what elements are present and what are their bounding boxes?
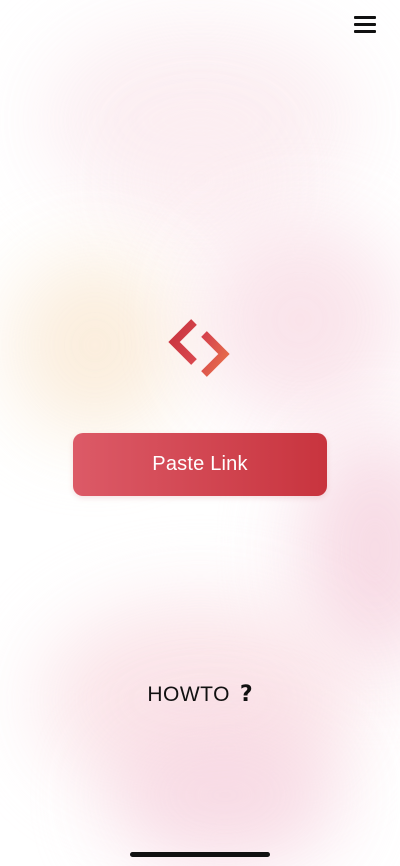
home-indicator bbox=[130, 852, 270, 857]
paste-link-button[interactable]: Paste Link bbox=[73, 433, 327, 496]
hamburger-menu-icon bbox=[354, 30, 376, 33]
paste-link-label: Paste Link bbox=[152, 453, 248, 475]
background-blob bbox=[10, 255, 180, 435]
angle-brackets-logo-icon bbox=[168, 319, 230, 377]
hamburger-menu-icon bbox=[354, 23, 376, 26]
hamburger-menu-icon bbox=[354, 16, 376, 19]
background-blob bbox=[110, 720, 340, 866]
howto-label: HOWTO bbox=[147, 682, 230, 706]
app-logo bbox=[166, 316, 234, 380]
question-mark-icon: ? bbox=[239, 682, 253, 707]
background-blob bbox=[140, 120, 260, 240]
howto-link[interactable]: HOWTO ? bbox=[0, 682, 400, 707]
menu-button[interactable] bbox=[354, 14, 376, 36]
